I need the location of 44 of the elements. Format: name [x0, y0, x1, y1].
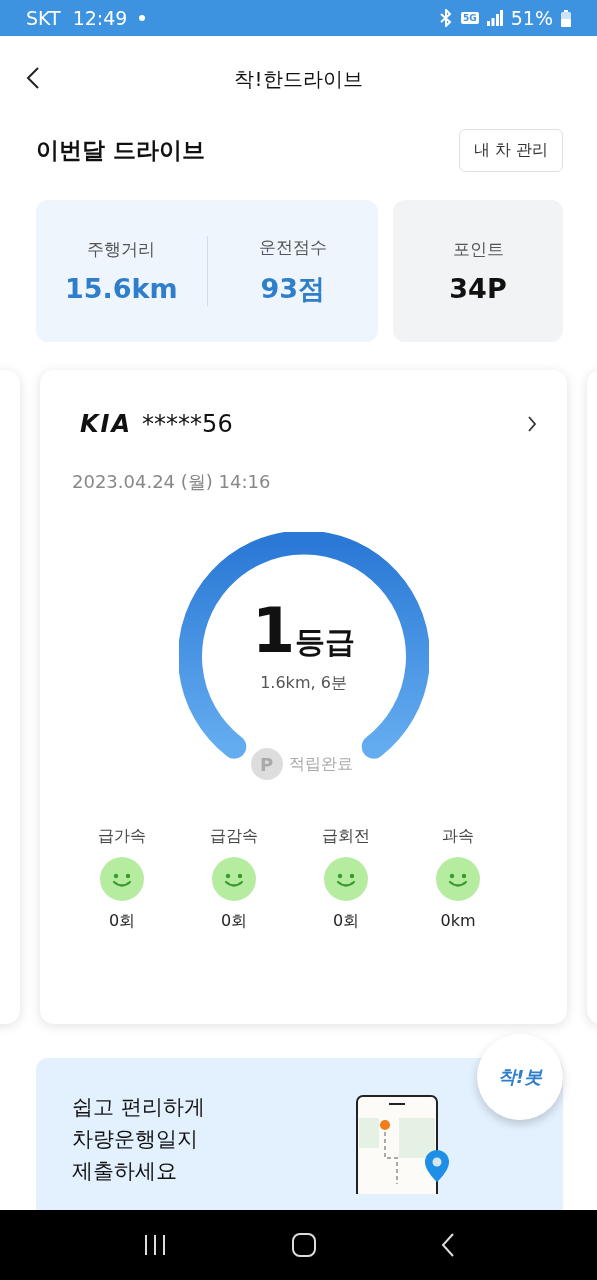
trip-date: 2023.04.24 (월) 14:16 — [72, 470, 272, 494]
smile-icon — [324, 857, 368, 901]
chevron-icon[interactable] — [527, 415, 537, 433]
event-label: 과속 — [442, 826, 474, 847]
grade-text: 1등급 — [251, 594, 356, 667]
section-title: 이번달 드라이브 — [36, 136, 205, 165]
banner-text: 쉽고 편리하게 — [72, 1094, 205, 1120]
event-count: 0회 — [108, 911, 136, 932]
bluetooth-icon — [439, 9, 454, 27]
manage-car-button[interactable]: 내 차 관리 — [458, 129, 563, 172]
page-title: 착!한드라이브 — [234, 65, 363, 93]
event-label: 급감속 — [210, 826, 258, 847]
home-icon[interactable] — [291, 1233, 316, 1257]
smile-icon — [212, 857, 256, 901]
carrier-text: SKT — [26, 7, 61, 29]
banner-text: 제출하세요 — [72, 1158, 178, 1184]
stat-label: 운전점수 — [258, 235, 327, 259]
clock-text: 12:49 — [72, 7, 128, 29]
stat-label: 주행거리 — [87, 238, 156, 261]
stat-value: 15.6km — [64, 273, 178, 304]
event-count: 0회 — [332, 911, 360, 932]
event-count: 0km — [440, 911, 476, 930]
signal-icon — [486, 10, 503, 26]
stat-label: 포인트 — [452, 238, 504, 261]
stat-value: 34P — [449, 273, 507, 304]
network-badge: 5G — [461, 12, 479, 24]
points-card[interactable]: 포인트 34P — [393, 200, 563, 342]
banner-text: 차량운행일지 — [72, 1126, 199, 1152]
smile-icon — [100, 857, 144, 901]
dot-icon — [139, 15, 146, 21]
stat-value: 93점 — [260, 271, 326, 306]
back-icon[interactable] — [26, 66, 40, 90]
brand-logo: KIA — [80, 410, 133, 438]
event-label: 급회전 — [322, 826, 370, 847]
recent-apps-icon[interactable] — [142, 1234, 167, 1256]
trip-detail: 1.6km, 6분 — [260, 673, 347, 694]
battery-text: 51% — [510, 7, 553, 29]
points-status: 적립완료 — [288, 753, 353, 775]
battery-icon — [561, 9, 571, 27]
chatbot-button[interactable]: 착!봇 — [477, 1034, 563, 1120]
event-label: 급가속 — [98, 826, 146, 847]
smile-icon — [436, 857, 480, 901]
plate-number: *****56 — [142, 410, 233, 438]
event-count: 0회 — [220, 911, 248, 932]
